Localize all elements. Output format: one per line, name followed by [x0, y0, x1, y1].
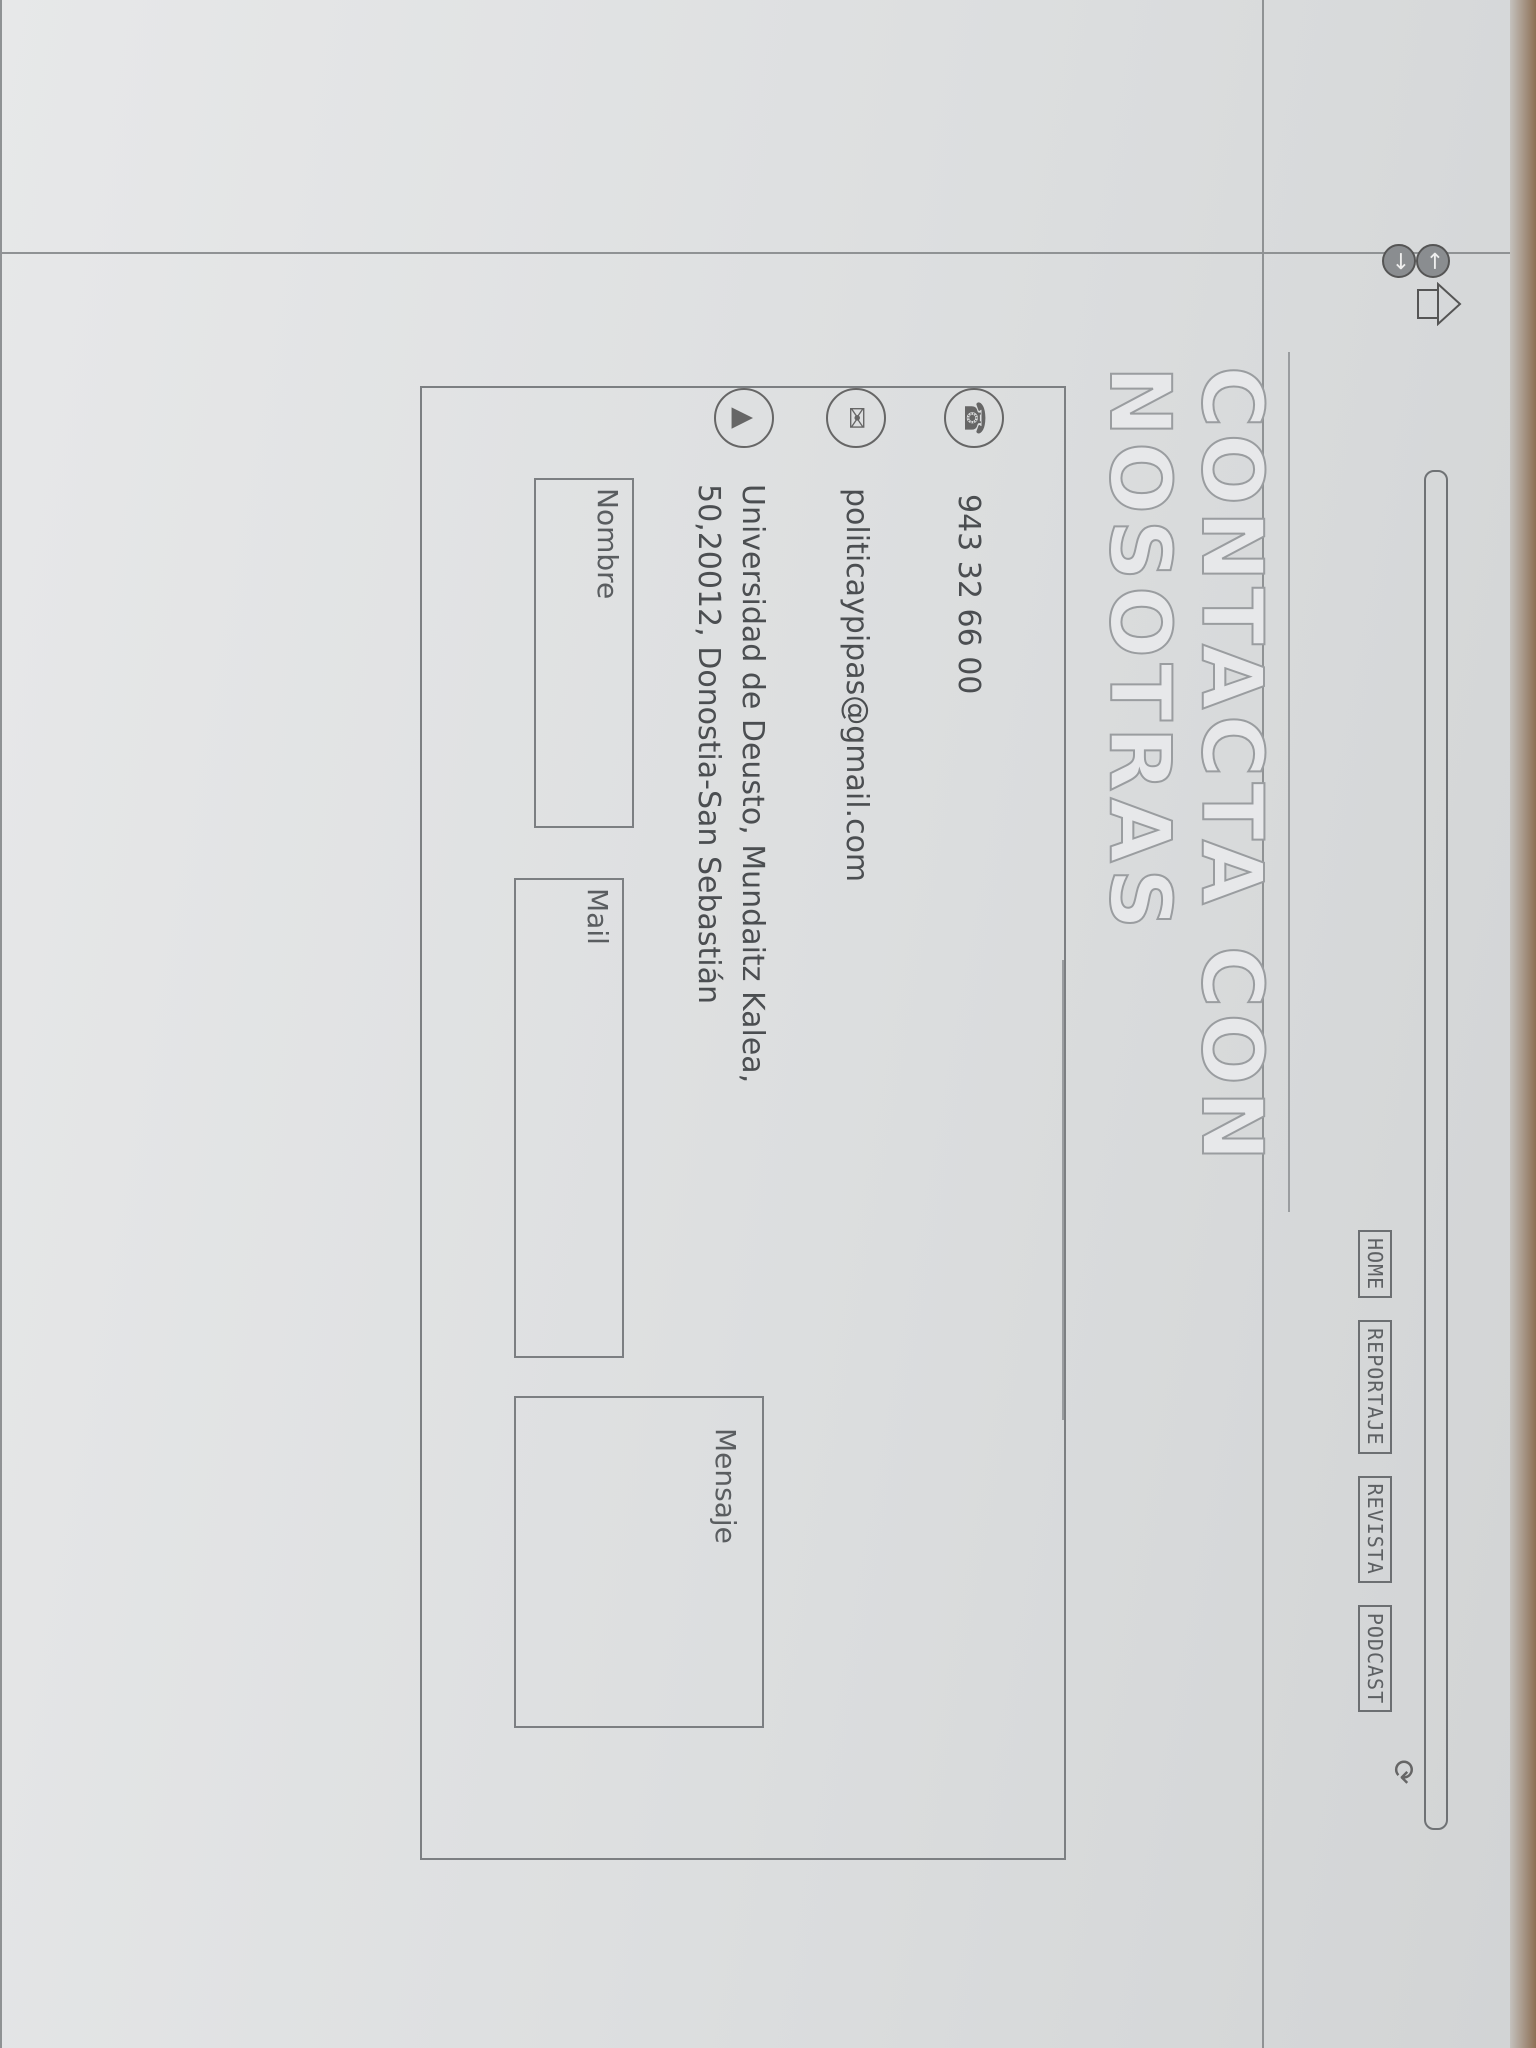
- home-icon[interactable]: [1416, 282, 1464, 326]
- contact-panel: ☎ 943 32 66 00 ✉ politicaypipas@gmail.co…: [420, 386, 1066, 1860]
- mail-field[interactable]: Mail: [514, 878, 624, 1358]
- tab-podcast[interactable]: PODCAST: [1358, 1604, 1392, 1713]
- envelope-icon: ✉: [826, 388, 886, 448]
- reload-icon[interactable]: ⟳: [1385, 1756, 1420, 1788]
- name-field-label: Nombre: [591, 488, 624, 600]
- forward-arrow-icon[interactable]: →: [1382, 244, 1416, 278]
- email-address[interactable]: politicaypipas@gmail.com: [834, 488, 878, 882]
- name-field[interactable]: Nombre: [534, 478, 634, 828]
- postal-address: Universidad de Deusto, Mundaitz Kalea, 5…: [691, 484, 770, 1084]
- phone-icon: ☎: [944, 388, 1004, 448]
- back-arrow-icon[interactable]: ←: [1416, 244, 1450, 278]
- location-pin-icon: ▲: [714, 388, 774, 448]
- page-title: CONTACTA CON NOSOTRAS: [1090, 365, 1282, 1168]
- mail-field-label: Mail: [581, 888, 614, 945]
- message-field-label: Mensaje: [709, 1428, 742, 1544]
- title-rule-top: [1288, 352, 1290, 1212]
- tab-reportaje[interactable]: REPORTAJE: [1358, 1320, 1392, 1454]
- tab-home[interactable]: HOME: [1358, 1230, 1392, 1299]
- phone-number: 943 32 66 00: [951, 494, 986, 695]
- rotated-sketch: ← → ⟳ HOME REPORTAJE REVISTA PODCAST CON…: [0, 0, 1536, 2048]
- tab-revista[interactable]: REVISTA: [1358, 1475, 1392, 1583]
- url-bar[interactable]: [1424, 470, 1448, 1830]
- main-nav: HOME REPORTAJE REVISTA PODCAST: [1358, 1230, 1392, 1713]
- message-field[interactable]: Mensaje: [514, 1396, 764, 1728]
